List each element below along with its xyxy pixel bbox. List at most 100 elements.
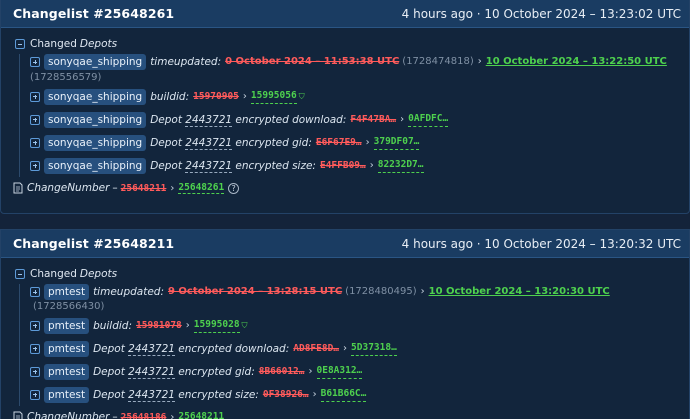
new-value[interactable]: 15995028 (193, 318, 240, 333)
branch-tag[interactable]: pmtest (44, 363, 90, 380)
collapse-icon[interactable] (15, 269, 25, 279)
change-row: pmtest Depot 2443721 encrypted size: 0F3… (30, 383, 677, 406)
key-prefix: Depot (150, 159, 182, 172)
arrow-icon: › (170, 411, 175, 419)
document-icon (13, 411, 23, 419)
new-value[interactable]: 10 October 2024 – 13:20:30 UTC (429, 285, 610, 299)
section-label-depots: Depots (79, 268, 118, 280)
changelist-time: 4 hours ago · 10 October 2024 – 13:23:02… (401, 6, 681, 21)
old-value: 15981078 (136, 319, 182, 331)
changelist-title[interactable]: Changelist #25648211 (13, 236, 174, 251)
document-icon (13, 182, 23, 194)
old-value: AD8FE8D… (293, 342, 340, 354)
changelist-title[interactable]: Changelist #25648261 (13, 6, 174, 21)
depot-id[interactable]: 2443721 (185, 113, 233, 127)
pin-icon[interactable]: ⛉ (242, 319, 248, 333)
field-key: Depot 2443721 encrypted gid: (93, 365, 255, 379)
arrow-icon: › (170, 182, 175, 194)
branch-tag[interactable]: sonyqae_shipping (44, 54, 147, 70)
new-changenumber[interactable]: 25648261 (178, 182, 225, 194)
new-value[interactable]: 0E8A312… (316, 364, 363, 379)
depot-id[interactable]: 2443721 (128, 342, 175, 356)
old-value: 0F38926… (262, 388, 309, 400)
old-timestamp: (1728480495) (345, 286, 417, 297)
dash-separator: – (112, 182, 118, 194)
field-key: Depot 2443721 encrypted size: (93, 388, 259, 402)
depot-id[interactable]: 2443721 (185, 136, 233, 150)
branch-tag[interactable]: sonyqae_shipping (44, 88, 147, 105)
field-key: Depot 2443721 encrypted size: (150, 159, 316, 173)
field-key: buildid: (93, 319, 133, 332)
arrow-icon: › (242, 90, 247, 102)
key-prefix: Depot (150, 113, 182, 126)
pin-icon[interactable]: ⛉ (299, 90, 305, 104)
expand-icon[interactable] (30, 57, 40, 67)
new-changenumber[interactable]: 25648211 (178, 411, 224, 419)
field-key: Depot 2443721 encrypted download: (93, 342, 289, 356)
expand-icon[interactable] (30, 320, 40, 331)
key-suffix: encrypted size: (235, 159, 316, 172)
arrow-icon: › (312, 388, 317, 400)
depot-id[interactable]: 2443721 (128, 365, 175, 379)
arrow-icon: › (343, 342, 348, 354)
expand-icon[interactable] (30, 137, 40, 148)
old-value: 15970905 (193, 90, 239, 102)
field-key: Depot 2443721 encrypted download: (150, 113, 346, 127)
depot-id[interactable]: 2443721 (128, 388, 175, 402)
old-changenumber: 25648186 (120, 411, 167, 419)
old-changenumber: 25648211 (120, 182, 167, 194)
changenumber-row: ChangeNumber – 25648186 › 25648211 (13, 406, 677, 419)
changenumber-label: ChangeNumber (27, 182, 110, 194)
expand-icon[interactable] (30, 91, 40, 102)
change-row: sonyqae_shipping Depot 2443721 encrypted… (30, 154, 677, 177)
expand-icon[interactable] (30, 287, 40, 297)
new-value[interactable]: 15995056 (250, 89, 297, 104)
depot-id[interactable]: 2443721 (185, 159, 233, 173)
key-suffix: encrypted download: (235, 113, 347, 126)
expand-icon[interactable] (30, 160, 40, 171)
expand-icon[interactable] (30, 389, 40, 400)
arrow-icon: › (308, 365, 313, 377)
old-timestamp: (1728474818) (402, 56, 474, 67)
key-suffix: encrypted size: (178, 388, 259, 401)
key-prefix: Depot (150, 136, 182, 149)
key-suffix: encrypted gid: (178, 365, 255, 378)
new-value[interactable]: 10 October 2024 – 13:22:50 UTC (486, 55, 667, 69)
section-changed-depots[interactable]: Changed Depots (15, 266, 677, 282)
changelist-header: Changelist #25648261 4 hours ago · 10 Oc… (1, 0, 689, 28)
changelist-card: Changelist #25648261 4 hours ago · 10 Oc… (0, 0, 690, 214)
question-circle-icon[interactable]: ? (228, 182, 240, 194)
arrow-icon: › (477, 56, 482, 67)
branch-tag[interactable]: pmtest (44, 284, 90, 300)
new-value[interactable]: B61B66C… (320, 387, 367, 402)
expand-icon[interactable] (30, 343, 40, 354)
changenumber-row: ChangeNumber – 25648211 › 25648261 ? (13, 177, 677, 199)
changelist-card: Changelist #25648211 4 hours ago · 10 Oc… (0, 229, 690, 419)
branch-tag[interactable]: pmtest (44, 317, 90, 334)
new-value[interactable]: 5D37318… (351, 341, 397, 356)
branch-tag[interactable]: pmtest (44, 386, 90, 403)
change-row: pmtest Depot 2443721 encrypted gid: 8B66… (30, 360, 677, 383)
change-row: sonyqae_shipping Depot 2443721 encrypted… (30, 131, 677, 154)
old-value: 8B66012… (258, 365, 305, 377)
section-label: Changed (30, 38, 77, 50)
collapse-icon[interactable] (15, 39, 25, 49)
section-changed-depots[interactable]: Changed Depots (15, 36, 677, 52)
new-value[interactable]: 82232D7… (377, 158, 424, 173)
branch-tag[interactable]: pmtest (44, 340, 90, 357)
key-prefix: Depot (93, 388, 125, 401)
branch-tag[interactable]: sonyqae_shipping (44, 111, 147, 128)
field-key: Depot 2443721 encrypted gid: (150, 136, 312, 150)
old-value: F4F47BA… (350, 113, 397, 125)
new-value[interactable]: 379DF07… (373, 135, 420, 150)
expand-icon[interactable] (30, 366, 40, 377)
expand-icon[interactable] (30, 114, 40, 125)
branch-tag[interactable]: sonyqae_shipping (44, 134, 147, 151)
key-suffix: encrypted download: (178, 342, 290, 355)
branch-tag[interactable]: sonyqae_shipping (44, 157, 147, 174)
change-row: pmtest Depot 2443721 encrypted download:… (30, 337, 677, 360)
section-label: Changed (30, 268, 77, 280)
key-suffix: encrypted gid: (235, 136, 312, 149)
new-value[interactable]: 0AFDFC… (408, 112, 449, 127)
new-timestamp: (1728556579) (30, 72, 102, 83)
